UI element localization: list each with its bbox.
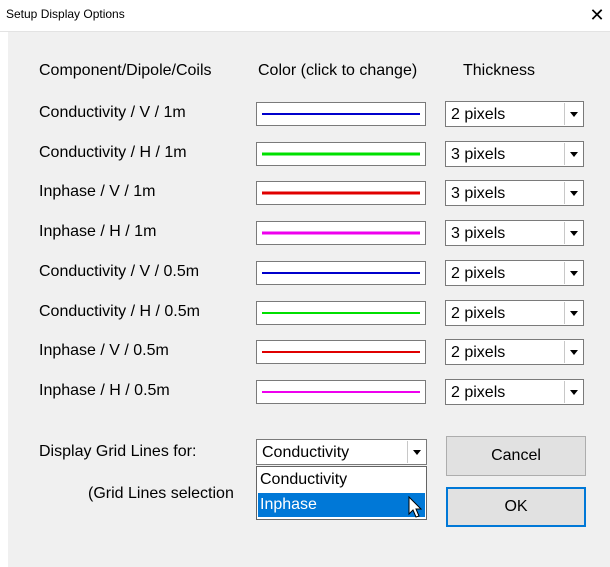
thickness-value: 3 pixels [451, 225, 506, 242]
header-color: Color (click to change) [258, 62, 418, 79]
thickness-select[interactable]: 3 pixels [445, 141, 584, 167]
thickness-value: 2 pixels [451, 384, 506, 401]
cancel-button[interactable]: Cancel [446, 436, 586, 476]
chevron-down-icon[interactable] [564, 182, 582, 204]
chevron-down-icon[interactable] [564, 143, 582, 165]
header-thickness: Thickness [463, 62, 536, 79]
color-line-sample [262, 391, 420, 393]
color-swatch-button[interactable] [256, 380, 426, 404]
thickness-select[interactable]: 2 pixels [445, 260, 584, 286]
row-label: Inphase / V / 1m [39, 183, 156, 200]
color-swatch-button[interactable] [256, 181, 426, 205]
row-label: Inphase / H / 0.5m [39, 382, 170, 399]
row-label: Conductivity / V / 0.5m [39, 263, 200, 280]
chevron-down-icon[interactable] [564, 381, 582, 403]
thickness-value: 2 pixels [451, 265, 506, 282]
chevron-down-icon[interactable] [564, 222, 582, 244]
chevron-down-icon[interactable] [564, 341, 582, 363]
chevron-down-icon[interactable] [407, 441, 425, 463]
thickness-value: 2 pixels [451, 344, 506, 361]
thickness-select[interactable]: 2 pixels [445, 379, 584, 405]
title-bar[interactable]: Setup Display Options ✕ [0, 0, 610, 32]
ok-button[interactable]: OK [446, 487, 586, 527]
grid-lines-label: Display Grid Lines for: [39, 443, 197, 460]
row-label: Conductivity / V / 1m [39, 104, 186, 121]
color-swatch-button[interactable] [256, 102, 426, 126]
grid-lines-dropdown[interactable]: Conductivity Inphase [256, 466, 427, 520]
grid-lines-select[interactable]: Conductivity [256, 439, 427, 465]
color-line-sample [262, 113, 420, 115]
thickness-value: 3 pixels [451, 185, 506, 202]
row-label: Inphase / V / 0.5m [39, 342, 169, 359]
row-label: Conductivity / H / 1m [39, 144, 187, 161]
color-line-sample [262, 312, 420, 314]
mouse-pointer-icon [408, 496, 423, 518]
thickness-select[interactable]: 2 pixels [445, 300, 584, 326]
color-line-sample [262, 191, 420, 195]
chevron-down-icon[interactable] [564, 262, 582, 284]
row-label: Conductivity / H / 0.5m [39, 303, 200, 320]
chevron-down-icon[interactable] [564, 103, 582, 125]
thickness-select[interactable]: 3 pixels [445, 180, 584, 206]
close-icon[interactable]: ✕ [584, 0, 610, 31]
color-swatch-button[interactable] [256, 142, 426, 166]
chevron-down-icon[interactable] [564, 302, 582, 324]
header-component: Component/Dipole/Coils [39, 62, 212, 79]
dropdown-option-inphase[interactable]: Inphase [258, 493, 425, 517]
window-title: Setup Display Options [6, 7, 125, 21]
thickness-value: 3 pixels [451, 146, 506, 163]
color-line-sample [262, 152, 420, 156]
color-line-sample [262, 231, 420, 235]
color-line-sample [262, 351, 420, 353]
color-swatch-button[interactable] [256, 301, 426, 325]
grid-lines-note: (Grid Lines selection [88, 485, 234, 502]
dropdown-option-conductivity[interactable]: Conductivity [258, 468, 425, 492]
thickness-value: 2 pixels [451, 305, 506, 322]
color-swatch-button[interactable] [256, 340, 426, 364]
color-swatch-button[interactable] [256, 221, 426, 245]
thickness-select[interactable]: 2 pixels [445, 101, 584, 127]
color-swatch-button[interactable] [256, 261, 426, 285]
window-frame [0, 31, 8, 567]
thickness-select[interactable]: 3 pixels [445, 220, 584, 246]
row-label: Inphase / H / 1m [39, 223, 157, 240]
thickness-select[interactable]: 2 pixels [445, 339, 584, 365]
color-line-sample [262, 272, 420, 274]
grid-lines-value: Conductivity [262, 444, 350, 461]
thickness-value: 2 pixels [451, 106, 506, 123]
